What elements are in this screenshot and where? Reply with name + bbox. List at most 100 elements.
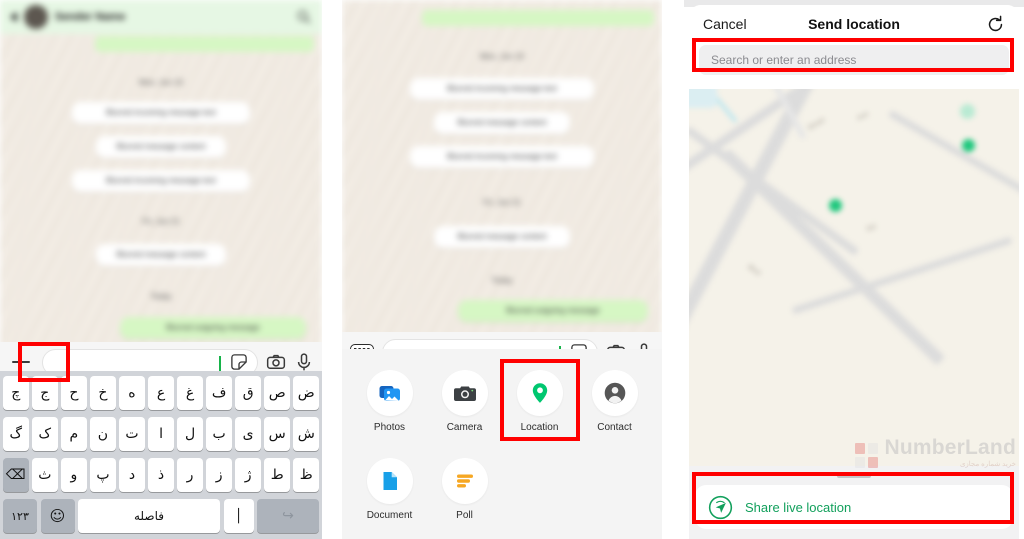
key-beh[interactable]: ب xyxy=(206,417,232,451)
key-feh[interactable]: ف xyxy=(206,376,232,410)
attachment-document[interactable]: Document xyxy=(354,451,426,525)
map-road xyxy=(720,148,946,366)
message-bubble[interactable]: Blurred message content xyxy=(434,112,570,134)
message-bubble[interactable]: Blurred incoming message text xyxy=(72,102,250,124)
space-key[interactable]: فاصله xyxy=(78,499,220,533)
message-bubble[interactable]: Blurred incoming message text xyxy=(410,78,594,100)
attachment-label: Contact xyxy=(597,422,632,433)
message-bubble-outgoing[interactable]: Blurred outgoing message xyxy=(458,300,648,322)
key-ghain[interactable]: غ xyxy=(177,376,203,410)
location-header: Cancel Send location xyxy=(689,5,1019,43)
dictation-icon[interactable]: │ xyxy=(223,499,254,533)
key-sin[interactable]: س xyxy=(264,417,290,451)
message-text: Blurred outgoing message xyxy=(166,323,260,332)
attachment-poll[interactable]: Poll xyxy=(429,451,501,525)
emoji-icon[interactable]: ☺ xyxy=(40,499,75,533)
key-peh[interactable]: پ xyxy=(90,458,116,492)
key-cheh[interactable]: چ xyxy=(3,376,29,410)
message-text: Blurred message content xyxy=(116,142,206,151)
backspace-icon[interactable]: ⌫ xyxy=(3,458,29,492)
message-text: Blurred outgoing message xyxy=(506,306,600,315)
three-panel-tutorial-screenshot: Sender Name Mon, Jun 10 Blurred incoming… xyxy=(0,0,1024,539)
attachment-camera[interactable]: Camera xyxy=(429,363,501,437)
key-heh2[interactable]: ه xyxy=(119,376,145,410)
key-zal[interactable]: ذ xyxy=(148,458,174,492)
message-bubble[interactable]: Blurred incoming message text xyxy=(410,146,594,168)
key-alef[interactable]: ا xyxy=(148,417,174,451)
attachment-contact[interactable]: Contact xyxy=(579,363,651,437)
panel-gap xyxy=(322,0,342,539)
message-bubble-sliver xyxy=(422,10,654,26)
search-icon[interactable] xyxy=(296,9,312,25)
map-label: Rd xyxy=(865,223,878,234)
key-teh[interactable]: ت xyxy=(119,417,145,451)
cancel-button[interactable]: Cancel xyxy=(703,16,747,32)
key-jim[interactable]: ج xyxy=(32,376,58,410)
message-bubble[interactable]: Blurred message content xyxy=(96,244,226,266)
message-bubble[interactable]: Blurred incoming message text xyxy=(72,170,250,192)
message-bubble-sliver xyxy=(95,36,314,52)
map-marker[interactable] xyxy=(960,104,975,119)
key-yeh[interactable]: ی xyxy=(235,417,261,451)
sheet-grabber[interactable] xyxy=(837,474,871,478)
attachment-location[interactable]: Location xyxy=(499,359,580,441)
key-kaf[interactable]: ک xyxy=(32,417,58,451)
key-kheh[interactable]: خ xyxy=(90,376,116,410)
keyboard-row-3: ⌫ ث و پ د ذ ر ز ژ ط ظ xyxy=(3,458,320,492)
key-gaf[interactable]: گ xyxy=(3,417,29,451)
day-divider: Fri, Jun 21 xyxy=(142,217,180,226)
map-road xyxy=(887,109,1019,212)
return-icon[interactable]: ↪ xyxy=(257,499,319,533)
attachment-label: Document xyxy=(366,510,413,521)
location-sheet: Cancel Send location Search or enter an … xyxy=(689,5,1019,539)
panel-attachment-sheet: Mon, Jun 10 Blurred incoming message tex… xyxy=(342,0,662,539)
day-divider: Today xyxy=(491,276,513,285)
attachment-label: Camera xyxy=(446,422,483,433)
message-text: Blurred incoming message text xyxy=(106,108,216,117)
message-bubble[interactable]: Blurred message content xyxy=(434,226,570,248)
message-bubble[interactable]: Blurred message content xyxy=(96,136,226,158)
key-dal[interactable]: د xyxy=(119,458,145,492)
key-zad[interactable]: ض xyxy=(293,376,320,410)
panel-gap xyxy=(662,0,684,539)
map-marker[interactable] xyxy=(962,139,975,152)
chat-header: Sender Name xyxy=(0,0,322,34)
avatar[interactable] xyxy=(24,5,48,29)
key-lam[interactable]: ل xyxy=(177,417,203,451)
key-zah[interactable]: ظ xyxy=(293,458,320,492)
search-input[interactable]: Search or enter an address xyxy=(699,45,1009,75)
key-vav[interactable]: و xyxy=(61,458,87,492)
map-label: Blvd xyxy=(746,263,762,278)
map-label: Ave xyxy=(856,110,870,123)
numbers-key[interactable]: ۱۲۳ xyxy=(3,499,37,533)
attachment-label: Poll xyxy=(456,510,473,521)
live-location-icon xyxy=(708,495,733,519)
panel-chat-keyboard: Sender Name Mon, Jun 10 Blurred incoming… xyxy=(0,0,322,539)
key-nun[interactable]: ن xyxy=(90,417,116,451)
key-sad[interactable]: ص xyxy=(264,376,290,410)
message-text: Blurred incoming message text xyxy=(447,152,557,161)
key-seh[interactable]: ث xyxy=(32,458,58,492)
sticker-icon[interactable] xyxy=(230,353,248,371)
map-water xyxy=(689,89,717,108)
back-arrow-icon[interactable] xyxy=(10,12,17,22)
share-live-location-button[interactable]: Share live location xyxy=(695,485,1013,529)
key-tah[interactable]: ط xyxy=(264,458,290,492)
attachment-label: Photos xyxy=(373,422,406,433)
refresh-icon[interactable] xyxy=(986,15,1005,34)
attachment-photos[interactable]: Photos xyxy=(354,363,426,437)
key-mim[interactable]: م xyxy=(61,417,87,451)
key-jheh[interactable]: ژ xyxy=(235,458,261,492)
key-heh[interactable]: ح xyxy=(61,376,87,410)
camera-icon[interactable] xyxy=(266,352,286,372)
microphone-icon[interactable] xyxy=(294,352,314,372)
key-reh[interactable]: ر xyxy=(177,458,203,492)
key-zeh[interactable]: ز xyxy=(206,458,232,492)
key-shin[interactable]: ش xyxy=(293,417,320,451)
message-bubble-outgoing[interactable]: Blurred outgoing message xyxy=(120,317,306,339)
keyboard-row-1: چ ج ح خ ه ع غ ف ق ص ض xyxy=(3,376,320,410)
day-divider: Mon, Jun 10 xyxy=(138,78,184,87)
key-ghaf[interactable]: ق xyxy=(235,376,261,410)
map-marker-selected[interactable] xyxy=(829,199,842,212)
key-ain[interactable]: ع xyxy=(148,376,174,410)
